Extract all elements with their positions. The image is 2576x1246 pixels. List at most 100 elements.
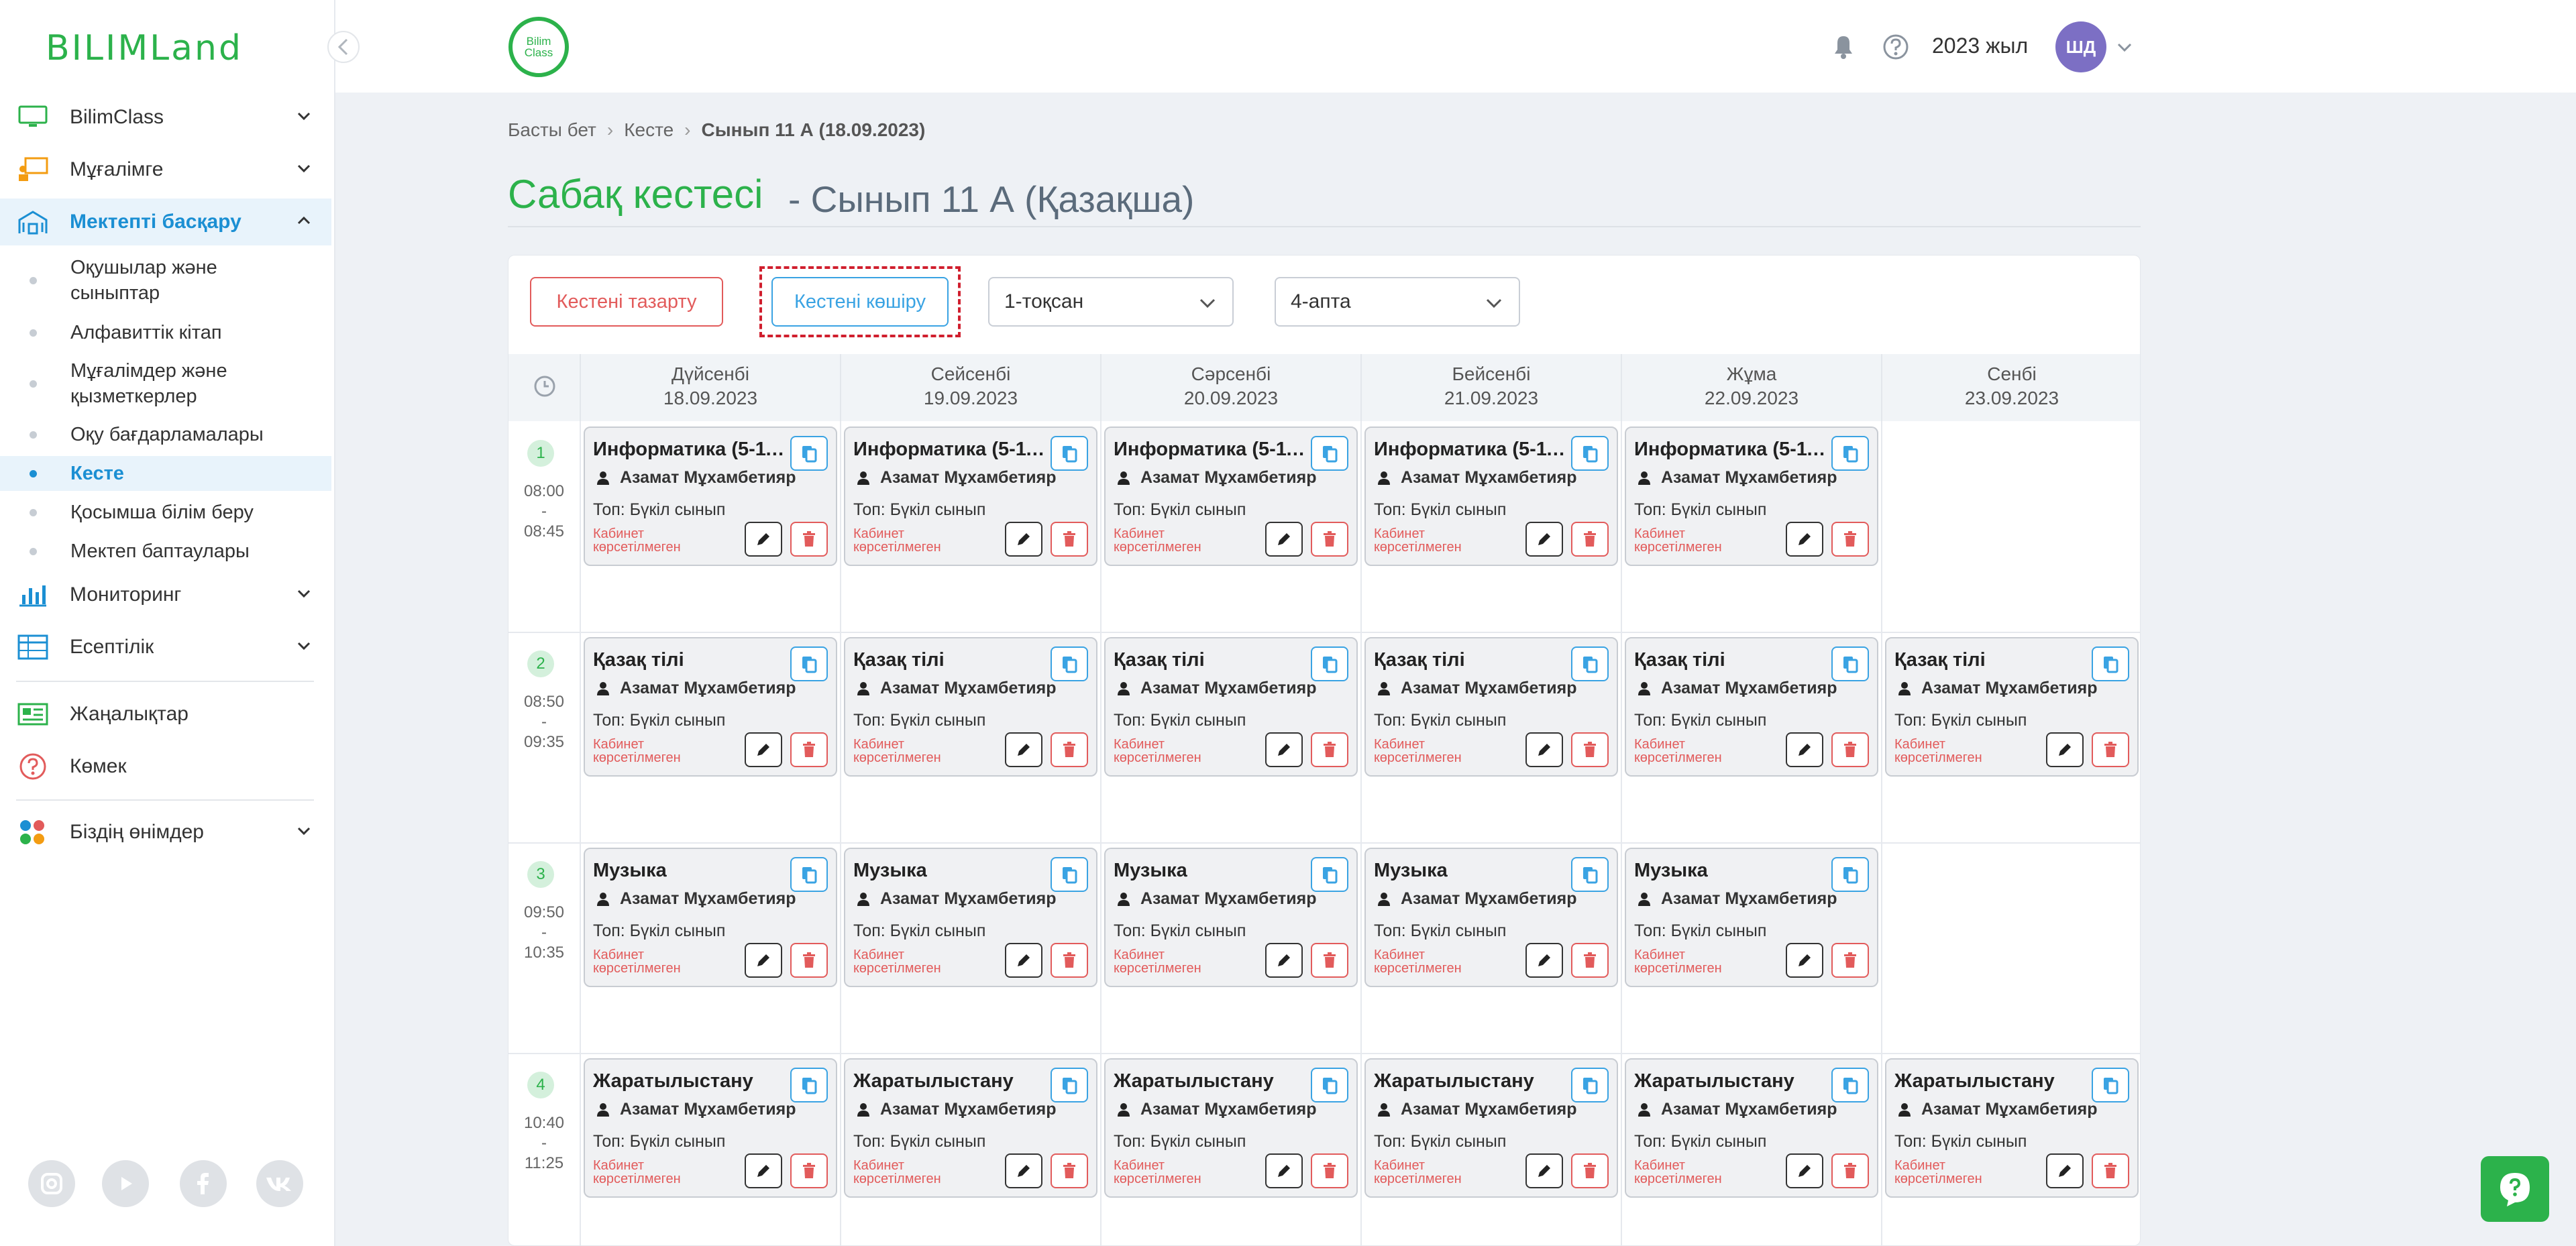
lesson-card[interactable]: Информатика (5-11 сынып) Азамат Мұхамбети… — [1364, 427, 1618, 566]
copy-lesson-button[interactable] — [1831, 1068, 1869, 1102]
nav-bilimclass[interactable]: BilimClass — [0, 94, 331, 141]
copy-lesson-button[interactable] — [1571, 436, 1609, 471]
copy-lesson-button[interactable] — [1571, 646, 1609, 681]
copy-lesson-button[interactable] — [790, 1068, 828, 1102]
quarter-select[interactable]: 1-тоқсан — [988, 277, 1234, 327]
lesson-card[interactable]: Музыка Азамат Мұхамбетияр Топ: Бүкіл сынып… — [1364, 848, 1618, 987]
subnav-additional-education[interactable]: Қосымша білім беру — [0, 495, 331, 530]
lesson-card[interactable]: Жаратылыстану Азамат Мұхамбетияр Топ: Бүкі… — [1885, 1058, 2139, 1198]
delete-lesson-button[interactable] — [790, 522, 828, 557]
subnav-alphabet-book[interactable]: Алфавиттік кітап — [0, 315, 331, 350]
copy-lesson-button[interactable] — [1051, 436, 1088, 471]
copy-lesson-button[interactable] — [1311, 1068, 1348, 1102]
help-icon[interactable] — [1882, 34, 1909, 60]
delete-lesson-button[interactable] — [790, 943, 828, 978]
nav-news[interactable]: Жаңалықтар — [0, 691, 331, 738]
nav-monitoring[interactable]: Мониторинг — [0, 571, 331, 618]
delete-lesson-button[interactable] — [1051, 522, 1088, 557]
nav-school-management[interactable]: Мектепті басқару — [0, 199, 331, 245]
breadcrumb-home[interactable]: Басты бет — [508, 119, 596, 141]
subnav-school-settings[interactable]: Мектеп баптаулары — [0, 534, 331, 569]
edit-lesson-button[interactable] — [1525, 522, 1563, 557]
delete-lesson-button[interactable] — [1051, 732, 1088, 767]
copy-lesson-button[interactable] — [790, 857, 828, 892]
copy-lesson-button[interactable] — [1311, 857, 1348, 892]
delete-lesson-button[interactable] — [790, 732, 828, 767]
edit-lesson-button[interactable] — [2046, 1153, 2084, 1188]
delete-lesson-button[interactable] — [1311, 943, 1348, 978]
copy-lesson-button[interactable] — [2092, 1068, 2129, 1102]
edit-lesson-button[interactable] — [1786, 1153, 1823, 1188]
lesson-card[interactable]: Қазақ тілі Азамат Мұхамбетияр Топ: Бүкіл с… — [844, 637, 1097, 777]
nav-our-products[interactable]: Біздің өнімдер — [0, 809, 331, 856]
copy-lesson-button[interactable] — [1051, 646, 1088, 681]
lesson-card[interactable]: Жаратылыстану Азамат Мұхамбетияр Топ: Бүкі… — [1625, 1058, 1878, 1198]
edit-lesson-button[interactable] — [745, 522, 782, 557]
delete-lesson-button[interactable] — [1571, 943, 1609, 978]
help-chat-button[interactable] — [2481, 1156, 2549, 1222]
delete-lesson-button[interactable] — [790, 1153, 828, 1188]
copy-lesson-button[interactable] — [1051, 857, 1088, 892]
edit-lesson-button[interactable] — [745, 943, 782, 978]
copy-lesson-button[interactable] — [1311, 646, 1348, 681]
instagram-icon[interactable] — [28, 1160, 75, 1207]
copy-lesson-button[interactable] — [1831, 857, 1869, 892]
delete-lesson-button[interactable] — [1311, 732, 1348, 767]
delete-lesson-button[interactable] — [1571, 732, 1609, 767]
subnav-students-classes[interactable]: Оқушылар және сыныптар — [0, 252, 331, 308]
lesson-card[interactable]: Музыка Азамат Мұхамбетияр Топ: Бүкіл сынып… — [1104, 848, 1358, 987]
bilimland-logo[interactable]: BILIMLand — [46, 28, 243, 68]
edit-lesson-button[interactable] — [1005, 732, 1042, 767]
breadcrumb-schedule[interactable]: Кесте — [624, 119, 674, 141]
nav-reporting[interactable]: Есептілік — [0, 624, 331, 671]
lesson-card[interactable]: Қазақ тілі Азамат Мұхамбетияр Топ: Бүкіл с… — [584, 637, 837, 777]
sidebar-collapse-button[interactable] — [327, 31, 360, 63]
edit-lesson-button[interactable] — [1265, 943, 1303, 978]
lesson-card[interactable]: Жаратылыстану Азамат Мұхамбетияр Топ: Бүкі… — [1364, 1058, 1618, 1198]
subnav-curricula[interactable]: Оқу бағдарламалары — [0, 417, 331, 452]
lesson-card[interactable]: Қазақ тілі Азамат Мұхамбетияр Топ: Бүкіл с… — [1625, 637, 1878, 777]
copy-lesson-button[interactable] — [1831, 646, 1869, 681]
clear-schedule-button[interactable]: Кестені тазарту — [530, 277, 723, 327]
lesson-card[interactable]: Информатика (5-11 сынып) Азамат Мұхамбети… — [1104, 427, 1358, 566]
delete-lesson-button[interactable] — [1051, 1153, 1088, 1188]
edit-lesson-button[interactable] — [1265, 1153, 1303, 1188]
lesson-card[interactable]: Информатика (5-11 сынып) Азамат Мұхамбети… — [584, 427, 837, 566]
lesson-card[interactable]: Жаратылыстану Азамат Мұхамбетияр Топ: Бүкі… — [844, 1058, 1097, 1198]
lesson-card[interactable]: Қазақ тілі Азамат Мұхамбетияр Топ: Бүкіл с… — [1104, 637, 1358, 777]
nav-teacher[interactable]: Мұғалімге — [0, 146, 331, 193]
copy-lesson-button[interactable] — [1051, 1068, 1088, 1102]
edit-lesson-button[interactable] — [2046, 732, 2084, 767]
edit-lesson-button[interactable] — [1786, 522, 1823, 557]
delete-lesson-button[interactable] — [1051, 943, 1088, 978]
nav-help[interactable]: Көмек — [0, 743, 331, 790]
subnav-teachers-staff[interactable]: Мұғалімдер және қызметкерлер — [0, 355, 331, 412]
chevron-down-icon[interactable] — [2114, 38, 2135, 58]
delete-lesson-button[interactable] — [1831, 522, 1869, 557]
youtube-icon[interactable] — [102, 1160, 149, 1207]
delete-lesson-button[interactable] — [2092, 732, 2129, 767]
lesson-card[interactable]: Информатика (5-11 сынып) Азамат Мұхамбети… — [1625, 427, 1878, 566]
delete-lesson-button[interactable] — [1831, 1153, 1869, 1188]
subnav-schedule[interactable]: Кесте — [0, 456, 331, 491]
lesson-card[interactable]: Музыка Азамат Мұхамбетияр Топ: Бүкіл сынып… — [1625, 848, 1878, 987]
copy-lesson-button[interactable] — [790, 646, 828, 681]
copy-lesson-button[interactable] — [1311, 436, 1348, 471]
delete-lesson-button[interactable] — [1571, 522, 1609, 557]
facebook-icon[interactable] — [180, 1160, 227, 1207]
edit-lesson-button[interactable] — [1005, 522, 1042, 557]
copy-lesson-button[interactable] — [1831, 436, 1869, 471]
lesson-card[interactable]: Жаратылыстану Азамат Мұхамбетияр Топ: Бүкі… — [1104, 1058, 1358, 1198]
week-select[interactable]: 4-апта — [1275, 277, 1520, 327]
delete-lesson-button[interactable] — [1831, 943, 1869, 978]
delete-lesson-button[interactable] — [1831, 732, 1869, 767]
edit-lesson-button[interactable] — [1525, 943, 1563, 978]
bilimclass-logo[interactable]: Bilim Class — [508, 17, 569, 77]
copy-lesson-button[interactable] — [2092, 646, 2129, 681]
vk-icon[interactable] — [256, 1160, 303, 1207]
delete-lesson-button[interactable] — [1571, 1153, 1609, 1188]
edit-lesson-button[interactable] — [1005, 1153, 1042, 1188]
lesson-card[interactable]: Музыка Азамат Мұхамбетияр Топ: Бүкіл сынып… — [584, 848, 837, 987]
copy-lesson-button[interactable] — [1571, 857, 1609, 892]
copy-schedule-button[interactable]: Кестені көшіру — [771, 277, 949, 327]
